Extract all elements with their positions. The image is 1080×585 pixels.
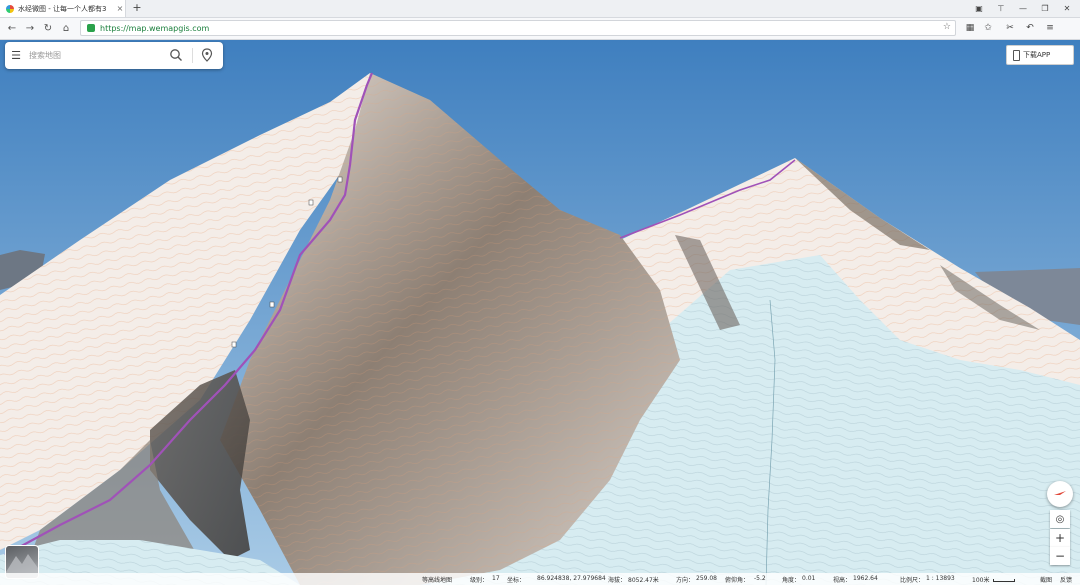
tab-close-icon[interactable]: × [115,4,125,13]
compass-button[interactable] [1047,481,1073,507]
download-app-button[interactable]: 下载APP [1006,45,1074,65]
back-icon[interactable]: ← [4,20,20,36]
location-pin-icon[interactable] [200,48,214,62]
search-divider [192,48,193,63]
elevation-label: 海拔： [608,577,627,584]
close-window-icon[interactable]: ✕ [1057,0,1077,17]
scale-bar-label: 100米 [972,577,990,584]
phone-icon [1013,49,1020,61]
browser-toolbar: ← → ↻ ⌂ https://map.wemapgis.com ☆ ▦ ✩ ✂… [0,18,1080,40]
home-icon[interactable]: ⌂ [58,20,74,36]
search-icon[interactable] [169,48,183,62]
secure-shield-icon [87,24,95,32]
forward-icon[interactable]: → [22,20,38,36]
scale-label: 比例尺： [900,577,925,584]
scale-bar [993,579,1015,582]
zoom-out-button[interactable]: − [1050,547,1070,565]
screenshot-link[interactable]: 截图 [1040,575,1052,584]
pitch-value: -5.2 [754,575,766,582]
address-bar[interactable]: https://map.wemapgis.com ☆ [80,20,956,36]
scissors-icon[interactable]: ✂ [1002,20,1018,36]
browser-tab[interactable]: 水经微图 - 让每一个人都有3 × [0,0,126,17]
zoom-in-button[interactable]: + [1050,529,1070,547]
tab-list-icon[interactable]: ▣ [969,0,989,17]
compass-needle-icon [1054,491,1066,495]
map-canvas[interactable] [0,40,1080,585]
feedback-link[interactable]: 反馈 [1060,575,1072,584]
scale-value: 1 : 13893 [926,575,955,582]
new-tab-button[interactable]: + [130,1,144,14]
browser-titlebar: 水经微图 - 让每一个人都有3 × + ▣ ⊤ — ❐ ✕ [0,0,1080,18]
altitude-label: 视高： [833,577,852,584]
heading-label: 方向： [676,577,695,584]
elevation-value: 8052.47米 [628,577,659,584]
address-url: https://map.wemapgis.com [100,23,210,33]
menu-hamburger-icon[interactable]: ☰ [5,49,27,62]
status-bar: 等高线地图 级别： 17 坐标： 86.924838, 27.979684 海拔… [0,573,1080,585]
restore-icon[interactable]: ❐ [1035,0,1055,17]
heading-value: 259.08 [696,575,717,582]
coords-value: 86.924838, 27.979684 [537,575,606,582]
altitude-value: 1962.64 [853,575,878,582]
level-label: 级别： [470,577,489,584]
undo-icon[interactable]: ↶ [1022,20,1038,36]
locate-button[interactable]: ◎ [1050,510,1070,528]
reload-icon[interactable]: ↻ [40,20,56,36]
pitch-label: 俯仰角： [725,577,750,584]
extensions-grid-icon[interactable]: ▦ [962,20,978,36]
site-favicon-icon [6,4,14,13]
terrain-3d-view [0,40,1080,585]
download-app-label: 下载APP [1023,51,1051,59]
roll-value: 0.01 [802,575,816,582]
level-value: 17 [492,575,500,582]
locate-target-icon: ◎ [1055,513,1065,525]
menu-icon[interactable]: ≡ [1042,20,1058,36]
search-box: ☰ [5,42,223,69]
coords-label: 坐标： [507,577,526,584]
minimize-icon[interactable]: — [1013,0,1033,17]
favorites-icon[interactable]: ✩ [980,20,996,36]
shirt-icon[interactable]: ⊤ [991,0,1011,17]
roll-label: 角度： [782,577,801,584]
tab-title: 水经微图 - 让每一个人都有3 [18,4,107,13]
layer-name: 等高线地图 [422,577,453,584]
bookmark-star-icon[interactable]: ☆ [943,22,951,32]
search-input[interactable] [27,50,161,61]
